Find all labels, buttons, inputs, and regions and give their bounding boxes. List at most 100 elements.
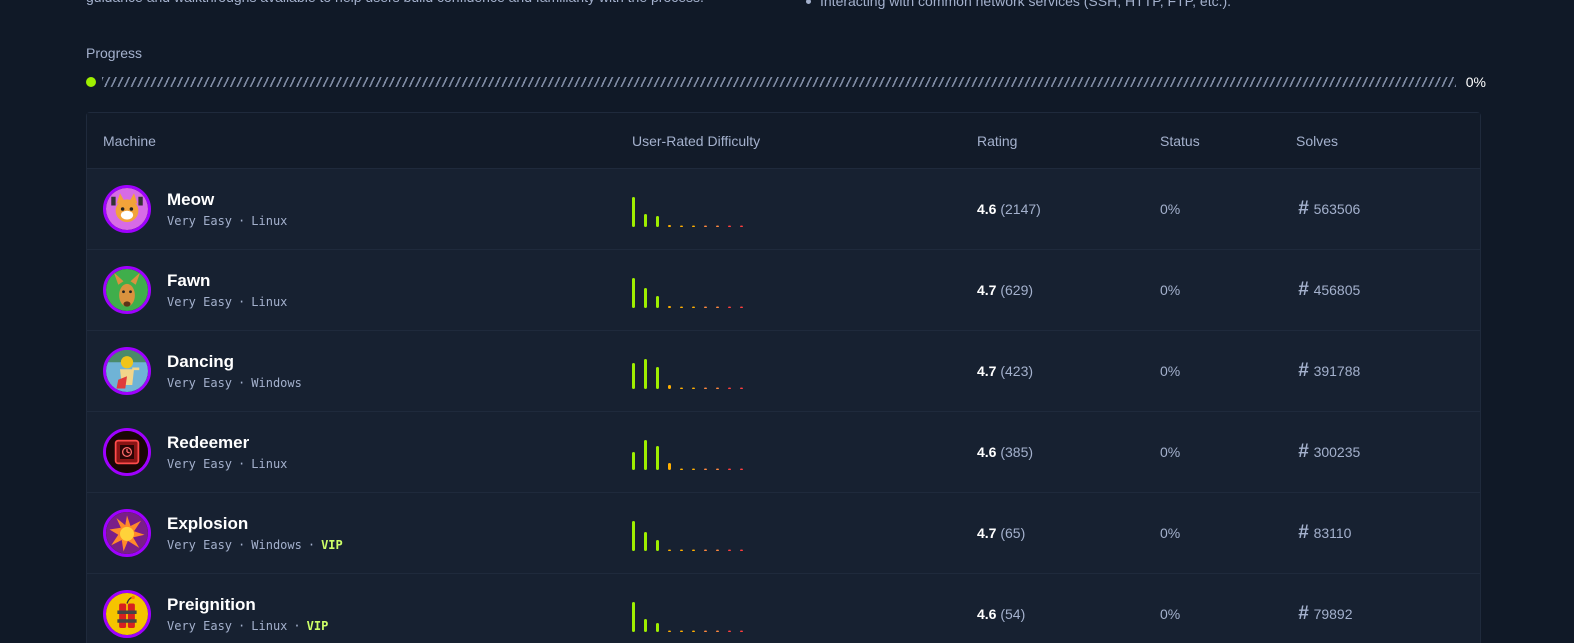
column-header-rating[interactable]: Rating: [977, 133, 1017, 149]
table-row[interactable]: Explosion Very Easy · Windows · VIP 4.7 (65) 0%…: [87, 493, 1480, 574]
progress-label: Progress: [86, 45, 143, 61]
difficulty-bar: [644, 619, 647, 632]
table-row[interactable]: Redeemer Very Easy · Linux 4.6 (385) 0% #30023…: [87, 412, 1480, 493]
difficulty-bar: [728, 225, 731, 227]
vip-badge: VIP: [306, 619, 329, 633]
machine-name[interactable]: Dancing: [167, 352, 234, 372]
difficulty-bars: [632, 278, 743, 308]
hash-icon: #: [1298, 198, 1309, 219]
difficulty-bar: [716, 306, 719, 308]
hash-icon: #: [1298, 522, 1309, 543]
difficulty-bar: [704, 387, 707, 389]
machine-name[interactable]: Fawn: [167, 271, 210, 291]
machine-solves: #83110: [1298, 522, 1352, 543]
difficulty-bar: [704, 468, 707, 470]
machine-difficulty: Very Easy: [167, 295, 233, 309]
rating-count: (65): [1000, 525, 1026, 541]
difficulty-bar: [632, 602, 635, 632]
column-header-difficulty[interactable]: User-Rated Difficulty: [632, 133, 760, 149]
difficulty-bars: [632, 602, 743, 632]
machine-status: 0%: [1160, 363, 1181, 379]
difficulty-chart: [632, 520, 752, 551]
machine-solves: #391788: [1298, 361, 1361, 380]
machine-os: Windows: [251, 376, 302, 390]
difficulty-bar: [740, 630, 743, 632]
difficulty-bar: [680, 306, 683, 308]
table-row[interactable]: Preignition Very Easy · Linux · VIP 4.6 (54) 0%…: [87, 574, 1480, 643]
difficulty-bars: [632, 197, 743, 227]
progress-bar: 0%: [86, 74, 1486, 90]
rating-value: 4.6: [977, 606, 997, 622]
machine-os: Linux: [251, 619, 288, 633]
machine-name[interactable]: Redeemer: [167, 433, 249, 453]
machine-name[interactable]: Explosion: [167, 514, 248, 534]
difficulty-bar: [728, 549, 731, 551]
machine-os: Linux: [251, 214, 288, 228]
hash-icon: #: [1298, 441, 1309, 462]
difficulty-bar: [704, 225, 707, 227]
dancer-icon[interactable]: [103, 347, 151, 395]
difficulty-bars: [632, 359, 743, 389]
machine-meta: Very Easy · Windows: [167, 376, 302, 390]
machine-meta: Very Easy · Linux: [167, 457, 288, 471]
solves-count: 391788: [1313, 363, 1361, 379]
column-header-status[interactable]: Status: [1160, 133, 1200, 149]
column-header-solves[interactable]: Solves: [1296, 133, 1338, 149]
table-row[interactable]: Dancing Very Easy · Windows 4.7 (423) 0% #3917…: [87, 331, 1480, 412]
machine-rating: 4.6 (2147): [977, 201, 1041, 217]
progress-percent: 0%: [1465, 74, 1486, 90]
difficulty-bar: [704, 549, 707, 551]
difficulty-bar: [680, 387, 683, 389]
difficulty-bar: [728, 306, 731, 308]
difficulty-bar: [740, 225, 743, 227]
difficulty-bar: [692, 630, 695, 632]
difficulty-bar: [632, 452, 635, 470]
difficulty-bar: [740, 387, 743, 389]
fawn-icon[interactable]: [103, 266, 151, 314]
difficulty-bar: [668, 306, 671, 308]
redeemer-icon[interactable]: [103, 428, 151, 476]
difficulty-bar: [704, 630, 707, 632]
machine-name[interactable]: Preignition: [167, 595, 256, 615]
machine-status: 0%: [1160, 201, 1181, 217]
machine-status: 0%: [1160, 282, 1181, 298]
difficulty-bar: [656, 446, 659, 470]
difficulty-bar: [632, 521, 635, 551]
machine-difficulty: Very Easy: [167, 214, 233, 228]
difficulty-bar: [632, 197, 635, 227]
hash-icon: #: [1298, 603, 1309, 624]
solves-count: 300235: [1313, 444, 1361, 460]
rating-count: (423): [1000, 363, 1034, 379]
difficulty-bar: [668, 225, 671, 227]
difficulty-bar: [644, 359, 647, 389]
difficulty-bar: [692, 306, 695, 308]
column-header-machine[interactable]: Machine: [103, 133, 156, 149]
table-header: Machine User-Rated Difficulty Rating Sta…: [87, 113, 1480, 169]
table-row[interactable]: Fawn Very Easy · Linux 4.7 (629) 0% #456805: [87, 250, 1480, 331]
table-body: Meow Very Easy · Linux 4.6 (2147) 0% #563506 Fa…: [87, 169, 1480, 643]
explosion-icon[interactable]: [103, 509, 151, 557]
machine-name[interactable]: Meow: [167, 190, 214, 210]
dynamite-icon[interactable]: [103, 590, 151, 638]
cat-robot-icon[interactable]: [103, 185, 151, 233]
machine-os: Windows: [251, 538, 302, 552]
difficulty-chart: [632, 601, 752, 632]
machine-rating: 4.6 (54): [977, 606, 1025, 622]
difficulty-chart: [632, 196, 752, 227]
difficulty-bar: [740, 468, 743, 470]
hash-icon: #: [1298, 279, 1309, 300]
machine-os: Linux: [251, 295, 288, 309]
machine-difficulty: Very Easy: [167, 619, 233, 633]
table-row[interactable]: Meow Very Easy · Linux 4.6 (2147) 0% #563506: [87, 169, 1480, 250]
difficulty-bar: [716, 225, 719, 227]
machine-solves: #563506: [1298, 198, 1360, 219]
intro-description-line: guidance and walkthroughs available to h…: [86, 0, 766, 8]
difficulty-bars: [632, 440, 743, 470]
difficulty-bar: [644, 440, 647, 470]
solves-count: 83110: [1313, 525, 1352, 541]
machines-table: Machine User-Rated Difficulty Rating Sta…: [86, 112, 1481, 643]
difficulty-bar: [644, 532, 647, 551]
difficulty-bar: [728, 468, 731, 470]
difficulty-bar: [728, 387, 731, 389]
difficulty-bar: [680, 468, 683, 470]
